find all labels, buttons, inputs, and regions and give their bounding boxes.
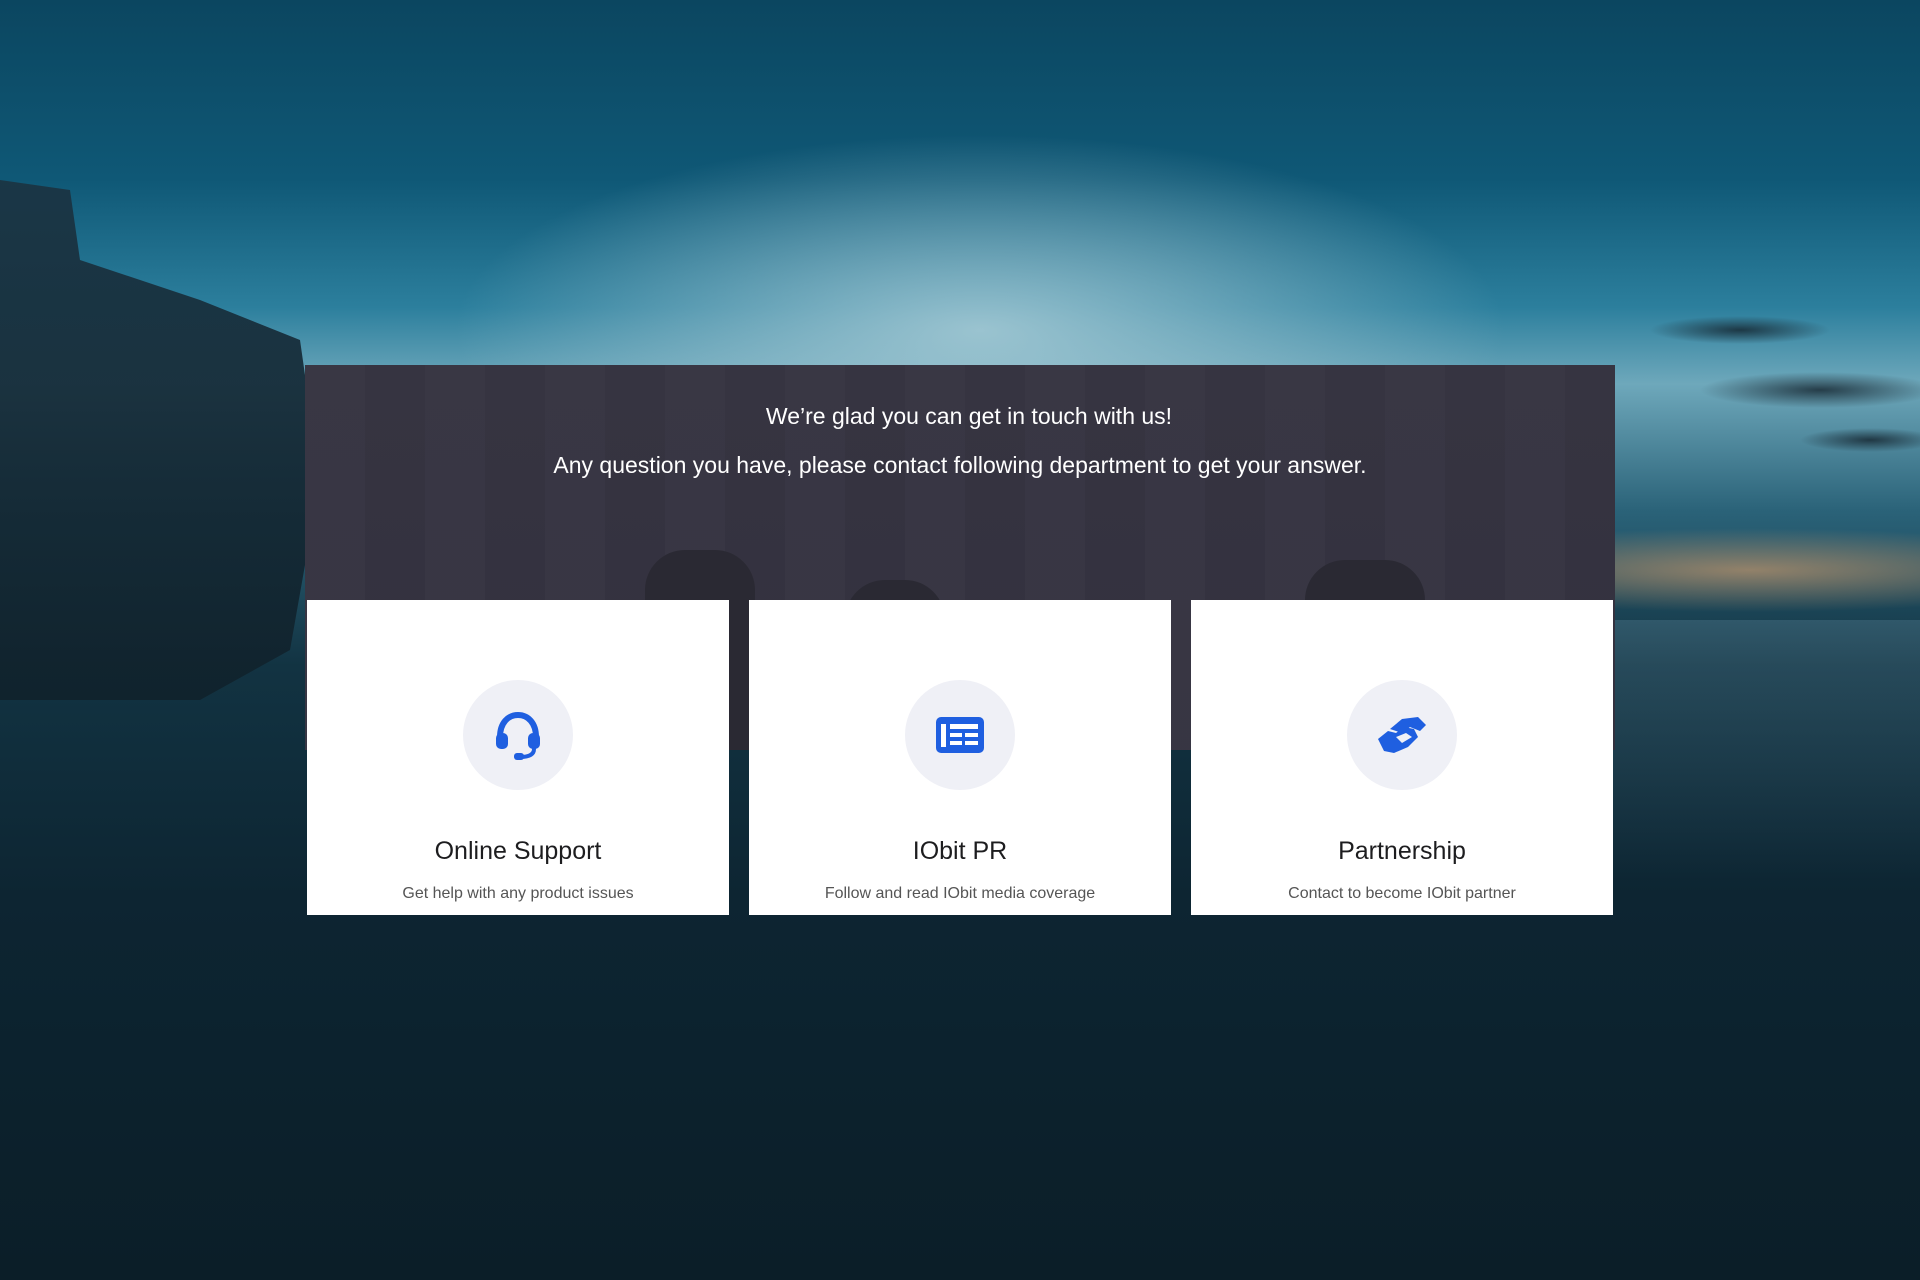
iobit-pr-card[interactable]: IObit PR Follow and read IObit media cov… bbox=[749, 600, 1171, 915]
card-description: Get help with any product issues bbox=[402, 885, 634, 902]
icon-circle bbox=[463, 680, 573, 790]
handshake-icon bbox=[1378, 717, 1426, 753]
newspaper-icon bbox=[936, 717, 984, 753]
online-support-card[interactable]: Online Support Get help with any product… bbox=[307, 600, 729, 915]
icon-circle bbox=[1347, 680, 1457, 790]
headset-icon bbox=[496, 711, 540, 760]
icon-circle bbox=[905, 680, 1015, 790]
hero-text: We’re glad you can get in touch with us!… bbox=[305, 401, 1615, 480]
card-title: Partnership bbox=[1338, 837, 1466, 865]
card-title: Online Support bbox=[434, 837, 602, 865]
background-clouds bbox=[1620, 270, 1920, 470]
card-description: Follow and read IObit media coverage bbox=[824, 885, 1096, 902]
department-cards: Online Support Get help with any product… bbox=[307, 600, 1613, 915]
contact-panel: We’re glad you can get in touch with us!… bbox=[305, 365, 1615, 915]
card-title: IObit PR bbox=[912, 837, 1008, 865]
hero-subheading: Any question you have, please contact fo… bbox=[553, 452, 1367, 478]
partnership-card[interactable]: Partnership Contact to become IObit part… bbox=[1191, 600, 1613, 915]
hero-heading: We’re glad you can get in touch with us! bbox=[765, 403, 1173, 429]
card-description: Contact to become IObit partner bbox=[1288, 885, 1516, 902]
background-sea bbox=[1600, 620, 1920, 880]
